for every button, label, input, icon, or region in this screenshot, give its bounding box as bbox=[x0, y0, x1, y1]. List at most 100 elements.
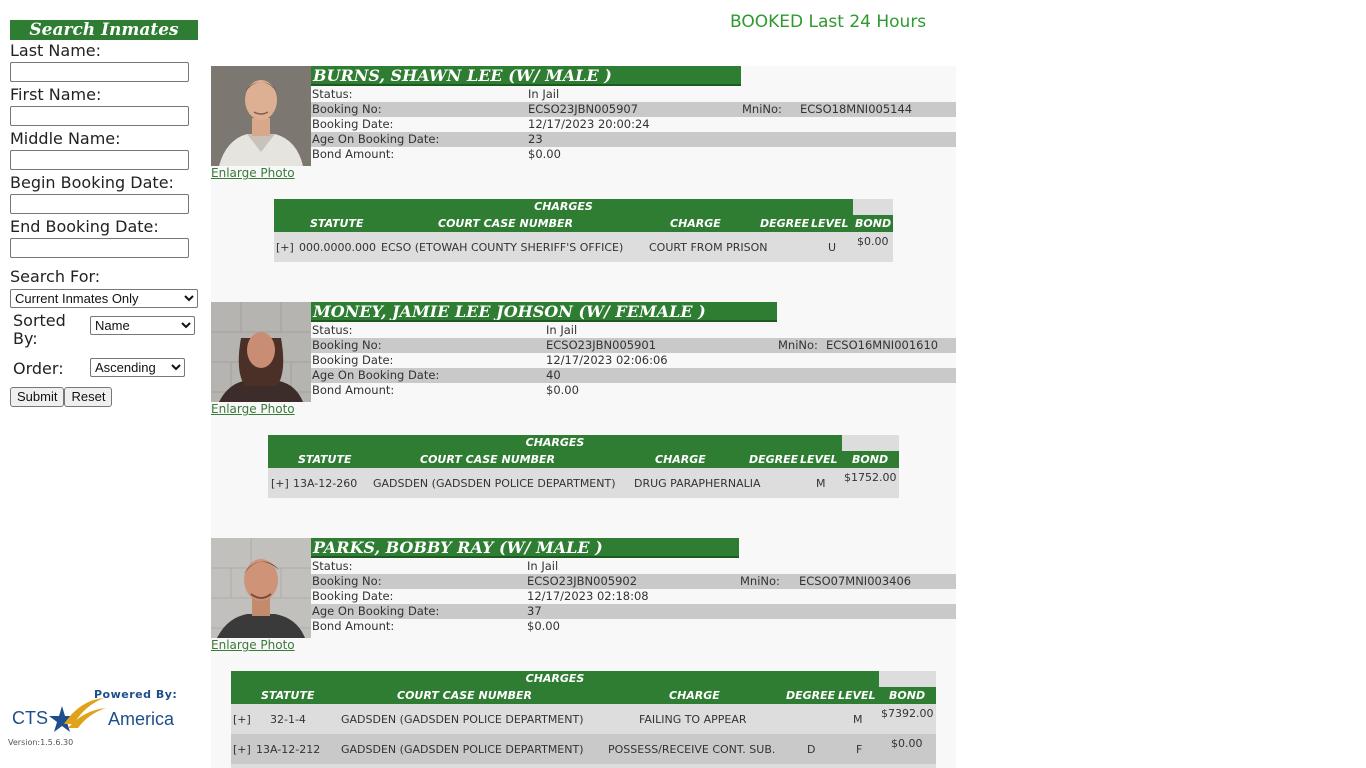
submit-button[interactable]: Submit bbox=[10, 386, 65, 407]
mnino-label: MniNo: bbox=[740, 574, 780, 588]
expand-charge-button[interactable]: [+] bbox=[271, 477, 289, 490]
bond-amount-value: $0.00 bbox=[546, 383, 579, 397]
court-case-header: COURT CASE NUMBER bbox=[397, 689, 532, 702]
age-row: Age On Booking Date: 37 bbox=[311, 604, 956, 619]
order-select[interactable]: Ascending bbox=[90, 358, 185, 377]
charge-bond: $7392.00 bbox=[881, 707, 934, 720]
enlarge-photo-link[interactable]: Enlarge Photo bbox=[211, 402, 295, 416]
mugshot-photo[interactable] bbox=[211, 302, 311, 402]
court-case-header: COURT CASE NUMBER bbox=[438, 217, 573, 230]
age-value: 37 bbox=[527, 604, 542, 618]
charge-statute: 13A-12-212 bbox=[256, 743, 321, 756]
bond-header: BOND bbox=[889, 689, 926, 702]
charge-court: GADSDEN (GADSDEN POLICE DEPARTMENT) bbox=[373, 477, 616, 490]
bond-amount-row: Bond Amount: $0.00 bbox=[311, 147, 956, 162]
brand-cts: CTS bbox=[12, 708, 48, 728]
booking-date-row: Booking Date: 12/17/2023 20:00:24 bbox=[311, 117, 956, 132]
booking-no-label: Booking No: bbox=[312, 338, 382, 352]
end-booking-date-input[interactable] bbox=[10, 238, 189, 258]
degree-header: DEGREE bbox=[760, 217, 810, 230]
inmate-record: Enlarge Photo BURNS, SHAWN LEE (W/ MALE … bbox=[211, 66, 956, 266]
level-header: LEVEL bbox=[838, 689, 876, 702]
booking-date-value: 12/17/2023 02:06:06 bbox=[546, 353, 668, 367]
booking-date-value: 12/17/2023 02:18:08 bbox=[527, 589, 649, 603]
brand-america: America bbox=[108, 709, 175, 729]
middle-name-input[interactable] bbox=[10, 150, 189, 170]
inmate-record: Enlarge Photo PARKS, BOBBY RAY (W/ MALE … bbox=[211, 538, 956, 768]
charge-statute: 32-1-4 bbox=[270, 713, 306, 726]
charge-level: F bbox=[856, 743, 863, 756]
charges-title: CHARGES bbox=[274, 199, 853, 215]
statute-header: STATUTE bbox=[298, 453, 352, 466]
charge-level: U bbox=[828, 241, 837, 254]
charge-description: DRUG PARAPHERNALIA bbox=[634, 477, 761, 490]
reset-button[interactable]: Reset bbox=[64, 386, 113, 407]
degree-header: DEGREE bbox=[749, 453, 799, 466]
level-header: LEVEL bbox=[811, 217, 849, 230]
charge-row: [+] 13A-12-260 GADSDEN (GADSDEN POLICE D… bbox=[268, 468, 899, 498]
inmate-list: Enlarge Photo BURNS, SHAWN LEE (W/ MALE … bbox=[211, 66, 956, 768]
status-label: Status: bbox=[312, 559, 353, 573]
mnino-value: ECSO16MNI001610 bbox=[826, 338, 939, 352]
charge-court: GADSDEN (GADSDEN POLICE DEPARTMENT) bbox=[341, 713, 584, 726]
mnino-value: ECSO07MNI003406 bbox=[799, 574, 912, 588]
bond-amount-value: $0.00 bbox=[528, 147, 561, 161]
first-name-input[interactable] bbox=[10, 106, 189, 126]
court-case-header: COURT CASE NUMBER bbox=[420, 453, 555, 466]
status-row: Status: In Jail bbox=[311, 323, 956, 338]
booking-date-row: Booking Date: 12/17/2023 02:06:06 bbox=[311, 353, 956, 368]
charge-court: ECSO (ETOWAH COUNTY SHERIFF'S OFFICE) bbox=[381, 241, 624, 254]
mugshot-photo[interactable] bbox=[211, 66, 311, 166]
booking-no-value: ECSO23JBN005901 bbox=[546, 338, 657, 352]
status-row: Status: In Jail bbox=[311, 559, 956, 574]
charge-description: POSSESS/RECEIVE CONT. SUB. bbox=[608, 743, 776, 756]
bond-amount-label: Bond Amount: bbox=[312, 619, 395, 633]
booking-date-label: Booking Date: bbox=[312, 589, 394, 603]
charge-statute: 13A-12-260 bbox=[293, 477, 358, 490]
charges-table: CHARGES STATUTE COURT CASE NUMBER CHARGE… bbox=[231, 671, 936, 768]
inmate-name: MONEY, JAMIE LEE JOHSON (W/ FEMALE ) bbox=[311, 302, 777, 322]
charge-degree: D bbox=[807, 743, 816, 756]
enlarge-photo-link[interactable]: Enlarge Photo bbox=[211, 638, 295, 652]
charge-bond: $1752.00 bbox=[844, 471, 897, 484]
bond-amount-row: Bond Amount: $0.00 bbox=[311, 383, 956, 398]
mnino-label: MniNo: bbox=[742, 102, 782, 116]
statute-header: STATUTE bbox=[310, 217, 364, 230]
charge-statute: 000.0000.000 bbox=[299, 241, 376, 254]
charge-bond: $0.00 bbox=[857, 235, 889, 248]
charge-bond: $0.00 bbox=[891, 737, 923, 750]
booking-no-row: Booking No: ECSO23JBN005901 MniNo: ECSO1… bbox=[311, 338, 956, 353]
expand-charge-button[interactable]: [+] bbox=[233, 713, 251, 726]
charge-description: COURT FROM PRISON bbox=[649, 241, 768, 254]
charge-header: CHARGE bbox=[670, 217, 721, 230]
form-buttons: Submit Reset bbox=[10, 386, 200, 407]
sort-options: Sorted By: Name bbox=[8, 312, 200, 358]
order-label: Order: bbox=[13, 359, 64, 378]
order-options: Order: Ascending bbox=[8, 358, 200, 382]
search-for-select[interactable]: Current Inmates Only bbox=[10, 289, 198, 308]
bond-amount-value: $0.00 bbox=[527, 619, 560, 633]
mnino-value: ECSO18MNI005144 bbox=[800, 102, 913, 116]
search-for-label: Search For: bbox=[10, 267, 101, 286]
sorted-by-select[interactable]: Name bbox=[90, 316, 195, 335]
status-value: In Jail bbox=[546, 323, 578, 337]
begin-booking-date-input[interactable] bbox=[10, 194, 189, 214]
charge-court: GADSDEN (GADSDEN POLICE DEPARTMENT) bbox=[341, 743, 584, 756]
inmate-name: PARKS, BOBBY RAY (W/ MALE ) bbox=[311, 538, 739, 558]
search-inmates-header: Search Inmates bbox=[10, 20, 198, 40]
mugshot-photo[interactable] bbox=[211, 538, 311, 638]
bond-amount-label: Bond Amount: bbox=[312, 383, 395, 397]
booking-no-label: Booking No: bbox=[312, 574, 382, 588]
enlarge-photo-link[interactable]: Enlarge Photo bbox=[211, 166, 295, 180]
expand-charge-button[interactable]: [+] bbox=[276, 241, 294, 254]
booking-no-row: Booking No: ECSO23JBN005907 MniNo: ECSO1… bbox=[311, 102, 956, 117]
status-label: Status: bbox=[312, 323, 353, 337]
age-row: Age On Booking Date: 40 bbox=[311, 368, 956, 383]
booking-date-value: 12/17/2023 20:00:24 bbox=[528, 117, 650, 131]
expand-charge-button[interactable]: [+] bbox=[233, 743, 251, 756]
charges-table: CHARGES STATUTE COURT CASE NUMBER CHARGE… bbox=[274, 199, 893, 262]
status-value: In Jail bbox=[528, 87, 560, 101]
charges-title: CHARGES bbox=[268, 435, 842, 451]
booking-date-label: Booking Date: bbox=[312, 117, 394, 131]
last-name-input[interactable] bbox=[10, 62, 189, 82]
